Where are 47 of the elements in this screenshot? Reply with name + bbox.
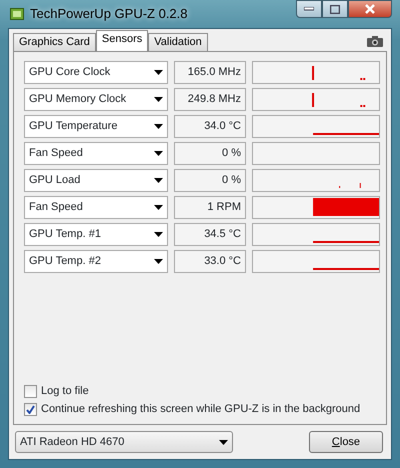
sensor-graph-trace xyxy=(312,92,366,108)
caret-icon xyxy=(154,178,163,183)
sensor-dropdown[interactable]: GPU Temp. #1 xyxy=(24,223,168,246)
tab[interactable]: Graphics Card xyxy=(13,33,96,51)
sensor-value: 0 % xyxy=(174,169,246,192)
sensor-value: 34.0 °C xyxy=(174,115,246,138)
caret-icon xyxy=(154,124,163,129)
checkbox-label[interactable]: Continue refreshing this screen while GPU-Z is in the background xyxy=(41,400,360,418)
sensor-value: 0 % xyxy=(174,142,246,165)
caret-icon xyxy=(154,205,163,210)
window-title: TechPowerUp GPU-Z 0.2.8 xyxy=(30,5,188,24)
minimize-button[interactable] xyxy=(296,0,322,18)
sensor-graph-trace xyxy=(312,65,366,81)
caret-icon xyxy=(154,151,163,156)
checkbox[interactable] xyxy=(24,384,37,398)
sensor-dropdown[interactable]: Fan Speed xyxy=(24,142,168,165)
tab[interactable]: Sensors xyxy=(96,30,148,51)
sensor-value: 249.8 MHz xyxy=(174,88,246,111)
caret-icon xyxy=(154,259,163,264)
sensor-dropdown[interactable]: GPU Temperature xyxy=(24,115,168,138)
sensor-value: 34.5 °C xyxy=(174,223,246,246)
tab[interactable]: Validation xyxy=(148,33,208,51)
checkbox[interactable] xyxy=(24,402,37,416)
caret-icon xyxy=(154,97,163,102)
sensor-dropdown[interactable]: GPU Memory Clock xyxy=(24,88,168,111)
sensor-dropdown[interactable]: GPU Temp. #2 xyxy=(24,250,168,273)
maximize-icon xyxy=(330,4,340,14)
sensor-dropdown[interactable]: GPU Load xyxy=(24,169,168,192)
minimize-icon xyxy=(304,7,314,11)
caret-icon xyxy=(219,440,228,444)
sensor-dropdown[interactable]: GPU Core Clock xyxy=(24,61,168,84)
graphics-card-dropdown[interactable]: ATI Radeon HD 4670 xyxy=(15,431,233,453)
close-button[interactable]: Close xyxy=(309,431,383,453)
sensor-value: 1 RPM xyxy=(174,196,246,219)
caret-icon xyxy=(154,232,163,237)
sensor-value: 165.0 MHz xyxy=(174,61,246,84)
sensor-graph-trace xyxy=(313,198,379,216)
sensor-value: 33.0 °C xyxy=(174,250,246,273)
close-window-button[interactable] xyxy=(348,0,392,18)
caret-icon xyxy=(154,70,163,75)
close-icon xyxy=(364,4,376,14)
sensor-dropdown[interactable]: Fan Speed xyxy=(24,196,168,219)
app-icon xyxy=(10,8,24,20)
maximize-button[interactable] xyxy=(322,0,348,18)
checkbox-label[interactable]: Log to file xyxy=(41,382,89,400)
camera-icon[interactable] xyxy=(367,36,383,47)
sensor-graph-trace xyxy=(339,182,361,188)
